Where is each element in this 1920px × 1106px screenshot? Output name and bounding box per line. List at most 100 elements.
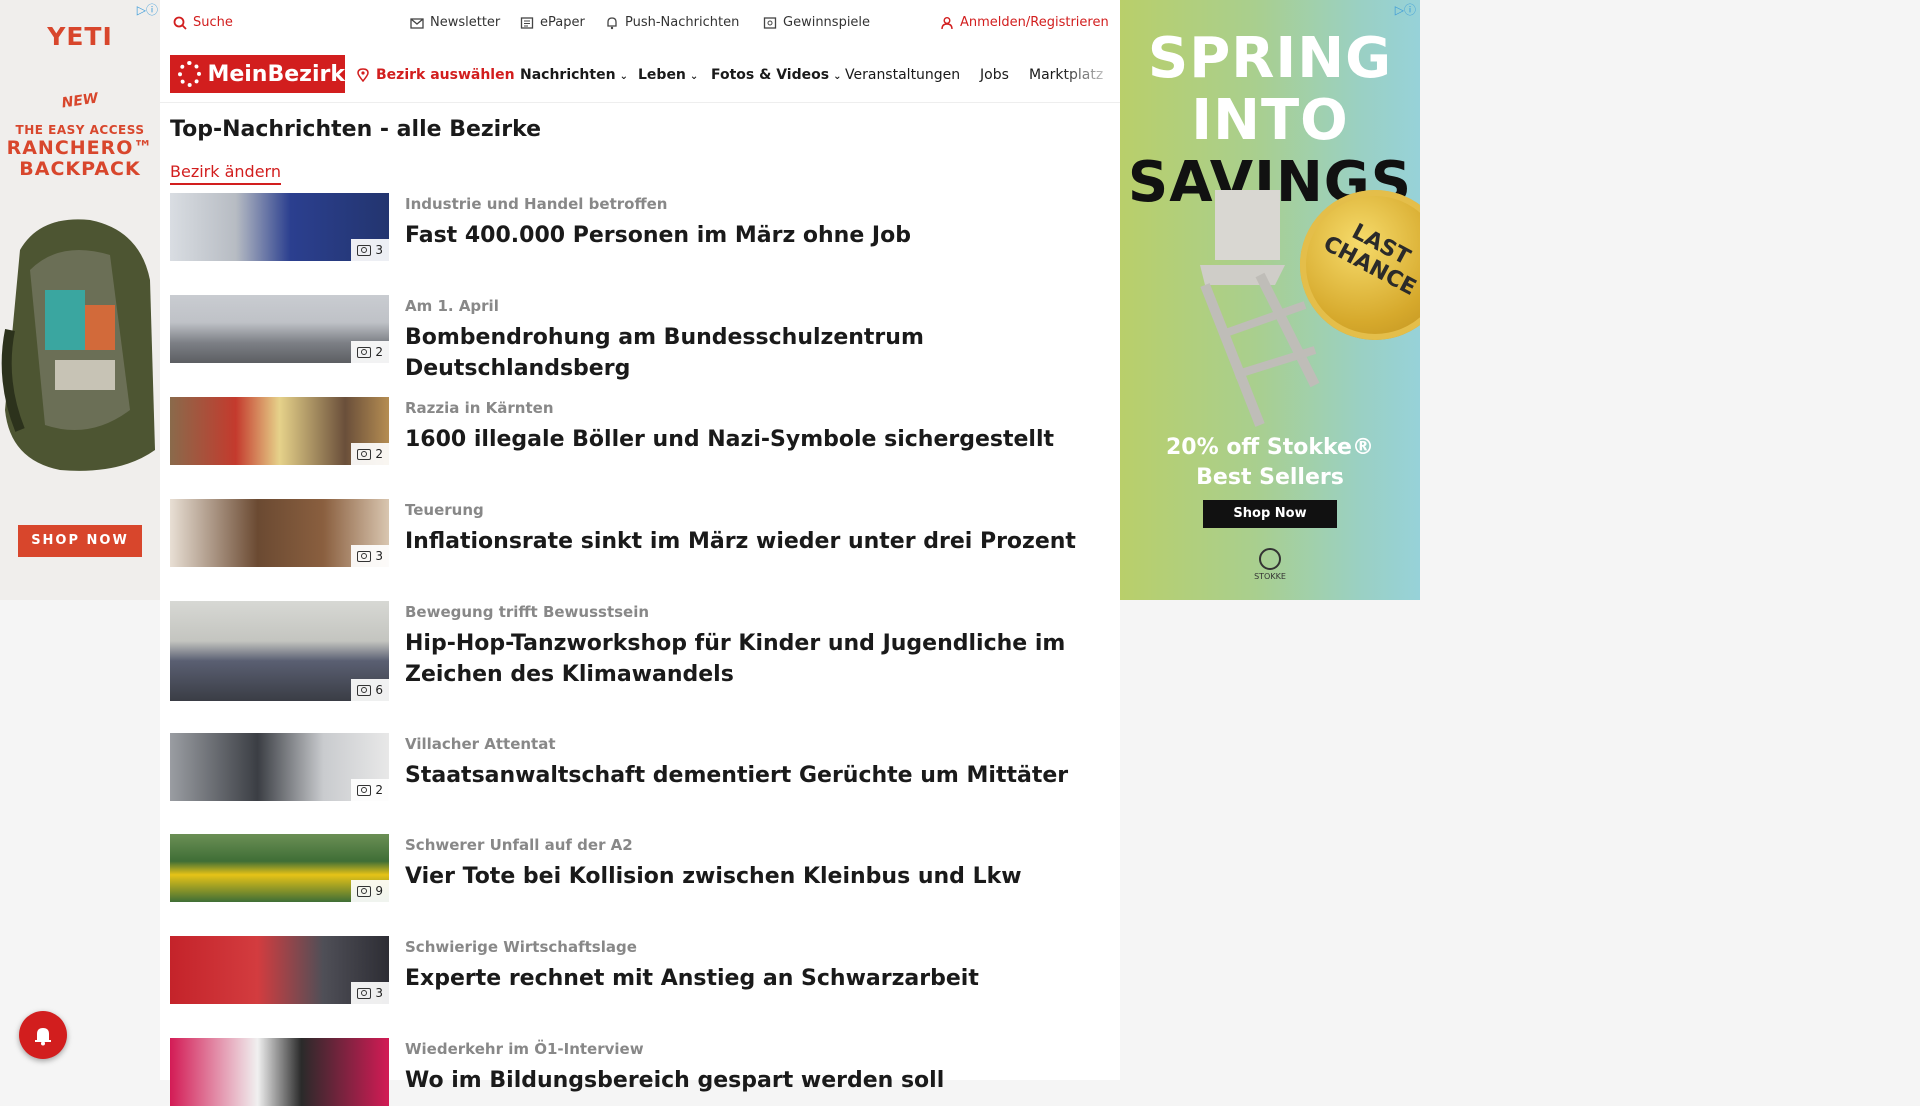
image-count-badge: 2 <box>351 341 389 363</box>
article-kicker: Industrie und Handel betroffen <box>405 195 668 213</box>
ad-offer: 20% off Stokke® Best Sellers <box>1166 435 1374 490</box>
ad-shop-now-button[interactable]: Shop Now <box>1203 500 1337 528</box>
search-icon <box>173 16 187 30</box>
epaper-link[interactable]: ePaper <box>520 15 585 30</box>
gallery-icon <box>357 885 372 897</box>
nav-jobs[interactable]: Jobs <box>980 67 1009 83</box>
epaper-label: ePaper <box>540 15 585 30</box>
image-count: 2 <box>375 345 383 359</box>
article-thumbnail[interactable]: 3 <box>170 193 389 261</box>
nav-leben[interactable]: Leben ⌄ <box>638 67 698 83</box>
article-headline[interactable]: Experte rechnet mit Anstieg an Schwarzar… <box>405 963 1105 994</box>
article-kicker: Schwerer Unfall auf der A2 <box>405 836 633 854</box>
article-headline[interactable]: Staatsanwaltschaft dementiert Gerüchte u… <box>405 760 1105 791</box>
image-count: 3 <box>375 986 383 1000</box>
article-kicker: Teuerung <box>405 501 484 519</box>
newsletter-link[interactable]: Newsletter <box>410 15 500 30</box>
image-count: 2 <box>375 447 383 461</box>
ad-product-name: RANCHERO™ BACKPACK <box>6 137 154 180</box>
chevron-down-icon: ⌄ <box>619 71 628 82</box>
change-district-link[interactable]: Bezirk ändern <box>170 162 281 185</box>
user-icon <box>941 16 953 29</box>
article-thumbnail[interactable]: 9 <box>170 834 389 902</box>
gallery-icon <box>357 550 372 562</box>
select-district-label: Bezirk auswählen <box>376 67 515 83</box>
ad-tagline: THE EASY ACCESS <box>15 123 145 137</box>
nav-leben-label: Leben <box>638 67 686 83</box>
nav-nachrichten[interactable]: Nachrichten ⌄ <box>520 67 628 83</box>
bell-icon <box>607 16 617 29</box>
gallery-icon <box>357 448 372 460</box>
gallery-icon <box>357 346 372 358</box>
image-count: 6 <box>375 683 383 697</box>
select-district-button[interactable]: Bezirk auswählen <box>356 67 515 83</box>
highchair-image <box>1200 190 1320 427</box>
article-thumbnail[interactable]: 3 <box>170 936 389 1004</box>
nav-fotos-label: Fotos & Videos <box>711 67 830 83</box>
backpack-image <box>1 219 155 471</box>
article-kicker: Bewegung trifft Bewusstsein <box>405 603 650 621</box>
gewinnspiele-label: Gewinnspiele <box>783 15 871 30</box>
gift-icon <box>763 16 777 29</box>
login-link[interactable]: Anmelden/Registrieren <box>940 15 1109 30</box>
ad-left-yeti[interactable]: ▷ⓘ YETI NEW THE EASY ACCESS RANCHERO™ BAC… <box>0 0 160 600</box>
stokke-logo-icon <box>1259 548 1281 570</box>
login-label: Anmelden/Registrieren <box>960 15 1109 30</box>
bell-icon <box>35 1028 51 1046</box>
adchoices-icon[interactable]: ▷ⓘ <box>137 1 158 18</box>
image-count-badge: 2 <box>351 443 389 465</box>
image-count-badge: 3 <box>351 982 389 1004</box>
article-headline[interactable]: Fast 400.000 Personen im März ohne Job <box>405 220 1105 251</box>
nav-veranstaltungen[interactable]: Veranstaltungen <box>845 67 960 83</box>
article-kicker: Wiederkehr im Ö1-Interview <box>405 1040 644 1058</box>
gallery-icon <box>357 244 372 256</box>
article-headline[interactable]: Hip-Hop-Tanzworkshop für Kinder und Juge… <box>405 628 1105 690</box>
gallery-icon <box>357 987 372 999</box>
chevron-down-icon: ⌄ <box>833 71 842 82</box>
image-count-badge: 3 <box>351 239 389 261</box>
article-headline[interactable]: Wo im Bildungsbereich gespart werden sol… <box>405 1065 1105 1096</box>
article-headline[interactable]: Vier Tote bei Kollision zwischen Kleinbu… <box>405 861 1105 892</box>
ad-new-label: NEW <box>60 90 100 112</box>
image-count: 2 <box>375 783 383 797</box>
image-count-badge: 2 <box>351 779 389 801</box>
article-kicker: Razzia in Kärnten <box>405 399 554 417</box>
gewinnspiele-link[interactable]: Gewinnspiele <box>763 15 870 30</box>
ad-shop-now-button[interactable]: SHOP NOW <box>18 525 142 557</box>
nav-nachrichten-label: Nachrichten <box>520 67 616 83</box>
stokke-logo: STOKKE <box>1250 548 1290 581</box>
article-kicker: Villacher Attentat <box>405 735 556 753</box>
article-thumbnail[interactable]: 6 <box>170 601 389 701</box>
gallery-icon <box>357 784 372 796</box>
image-count-badge: 9 <box>351 880 389 902</box>
article-headline[interactable]: Bombendrohung am Bundesschulzentrum Deut… <box>405 322 1105 384</box>
search-link[interactable]: Suche <box>173 15 233 30</box>
site-logo[interactable]: MeinBezirk <box>170 55 345 93</box>
article-thumbnail[interactable] <box>170 1038 389 1106</box>
article-thumbnail[interactable]: 2 <box>170 733 389 801</box>
ad-brand: YETI <box>47 22 113 51</box>
article-headline[interactable]: 1600 illegale Böller und Nazi-Symbole si… <box>405 424 1105 455</box>
chevron-down-icon: ⌄ <box>689 71 699 82</box>
nav-fotos-videos[interactable]: Fotos & Videos ⌄ <box>711 67 841 83</box>
main-content: Suche Newsletter ePaper Push-Nachrichten… <box>160 0 1120 1106</box>
adchoices-icon[interactable]: ▷ⓘ <box>1395 1 1416 18</box>
image-count-badge: 6 <box>351 679 389 701</box>
ad-right-stokke[interactable]: ▷ⓘ SPRING INTO SAVINGS LAST CHANCE 20% o… <box>1120 0 1420 600</box>
article-thumbnail[interactable]: 2 <box>170 397 389 465</box>
article-thumbnail[interactable]: 2 <box>170 295 389 363</box>
image-count: 9 <box>375 884 383 898</box>
article-headline[interactable]: Inflationsrate sinkt im März wieder unte… <box>405 526 1105 557</box>
image-count: 3 <box>375 549 383 563</box>
page-title: Top-Nachrichten - alle Bezirke <box>170 117 542 142</box>
push-label: Push-Nachrichten <box>625 15 740 30</box>
search-label: Suche <box>193 15 233 30</box>
article-thumbnail[interactable]: 3 <box>170 499 389 567</box>
logo-text: MeinBezirk <box>207 61 345 87</box>
location-pin-icon <box>357 68 369 82</box>
push-notifications-link[interactable]: Push-Nachrichten <box>605 15 739 30</box>
notifications-bell-button[interactable] <box>19 1011 67 1059</box>
article-kicker: Am 1. April <box>405 297 499 315</box>
article-kicker: Schwierige Wirtschaftslage <box>405 938 637 956</box>
main-navigation: MeinBezirk Bezirk auswählen Nachrichten ⌄… <box>160 46 1120 103</box>
